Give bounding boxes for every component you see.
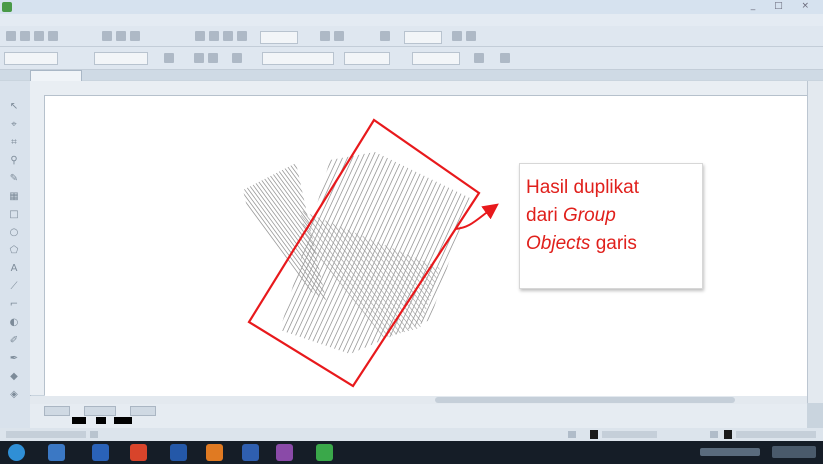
- hatch-left-line: [348, 140, 488, 330]
- hatch-duplicate-line: [359, 152, 470, 354]
- hatch-duplicate-line: [344, 152, 466, 354]
- hatch-duplicate-line: [284, 152, 406, 354]
- hatch-cross-line: [319, 210, 440, 352]
- hatch-duplicate-line: [280, 152, 366, 354]
- hatch-duplicate-line: [280, 152, 336, 354]
- hatch-left-line: [243, 163, 326, 300]
- hatch-cross-line: [379, 210, 440, 352]
- hatch-duplicate-line: [334, 152, 456, 354]
- annotation-line-3-suffix: garis: [590, 233, 637, 254]
- hatch-duplicate-line: [280, 152, 361, 354]
- hatch-cross-line: [344, 210, 440, 352]
- hatch-left-line: [243, 163, 326, 300]
- hatch-duplicate-line: [374, 152, 470, 354]
- annotation-text: Hasil duplikat dari Group Objects garis: [526, 174, 698, 258]
- hatch-duplicate-line: [280, 152, 371, 354]
- hatch-duplicate-line: [409, 152, 470, 354]
- hatch-duplicate-line: [280, 152, 326, 354]
- hatch-duplicate-line: [349, 152, 470, 354]
- hatch-duplicate-line: [389, 152, 470, 354]
- hatch-duplicate-line: [280, 152, 386, 354]
- hatch-duplicate-line: [280, 152, 356, 354]
- hatch-duplicate-line: [379, 152, 470, 354]
- hatch-duplicate-line: [309, 152, 431, 354]
- hatch-cross-line: [324, 210, 440, 352]
- annotation-line-1: Hasil duplikat: [526, 177, 639, 198]
- hatch-cross-line: [369, 210, 440, 352]
- hatch-left-line: [259, 163, 326, 300]
- hatch-duplicate-line: [280, 152, 331, 354]
- hatch-duplicate-line: [280, 152, 311, 354]
- hatch-duplicate-line: [299, 152, 421, 354]
- hatch-cross-line: [334, 210, 440, 352]
- hatch-cross-line: [339, 210, 440, 352]
- hatch-left-line: [243, 163, 326, 300]
- hatch-cross-line: [314, 210, 440, 352]
- hatch-left-line: [303, 163, 326, 300]
- hatch-duplicate-line: [280, 152, 306, 354]
- hatch-duplicate-line: [354, 152, 470, 354]
- hatch-duplicate-line: [324, 152, 446, 354]
- annotation-line-2: dari Group: [526, 202, 698, 230]
- hatch-duplicate-line: [314, 152, 436, 354]
- hatch-duplicate-line: [280, 152, 351, 354]
- line-group-duplicate: [280, 152, 470, 354]
- annotation-line-3: Objects garis: [526, 230, 698, 258]
- hatch-duplicate-line: [280, 152, 301, 354]
- hatch-duplicate-line: [399, 152, 470, 354]
- hatch-duplicate-line: [280, 152, 376, 354]
- annotation-line-2-italic: Group: [562, 205, 616, 226]
- hatch-duplicate-line: [394, 152, 470, 354]
- hatch-cross-line: [354, 210, 440, 352]
- hatch-cross-line: [374, 210, 440, 352]
- hatch-left-line: [243, 163, 326, 300]
- hatch-duplicate-line: [280, 152, 321, 354]
- hatch-duplicate-line: [319, 152, 441, 354]
- hatch-duplicate-line: [414, 152, 470, 354]
- hatch-cross-line: [329, 210, 440, 352]
- annotation-line-3-italic: Objects: [526, 233, 591, 254]
- hatch-duplicate-line: [404, 152, 470, 354]
- hatch-duplicate-line: [280, 152, 391, 354]
- hatch-duplicate-line: [384, 152, 470, 354]
- hatch-duplicate-line: [304, 152, 426, 354]
- annotation-line-2-prefix: dari: [526, 205, 563, 226]
- hatch-cross-line: [364, 210, 440, 352]
- annotation-callout: Hasil duplikat dari Group Objects garis: [519, 163, 703, 289]
